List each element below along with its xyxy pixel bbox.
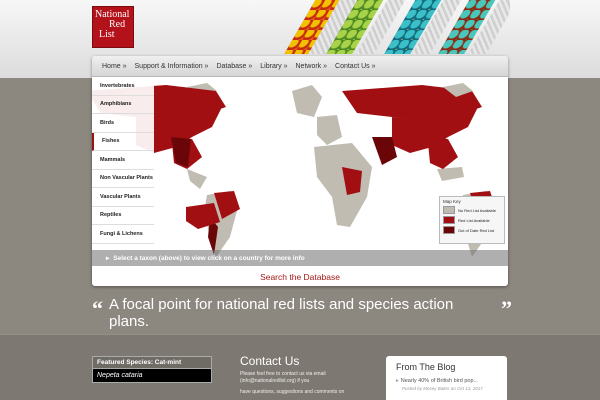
nav-database[interactable]: Database » [212, 63, 256, 70]
contact-title: Contact Us [240, 354, 300, 368]
map-key-item: Red List Available [443, 216, 501, 224]
blog-post-title[interactable]: Nearly 40% of British bird pop... [401, 378, 478, 384]
blog-post-meta: Posted by Mosey Baker on Oct 13, 2017 [402, 386, 483, 391]
map-key-swatch-gray [443, 206, 455, 214]
contact-section: Contact Us Please feel free to contact u… [240, 354, 365, 400]
tagline-text: A focal point for national red lists and… [109, 296, 454, 330]
main-nav: Home » Support & Information » Database … [92, 56, 508, 77]
nav-support-information[interactable]: Support & Information » [131, 63, 213, 70]
taxon-fungi-lichens[interactable]: Fungi & Lichens [92, 225, 154, 244]
blog-title: From The Blog [396, 362, 456, 372]
chevron-right-icon: ▸ [396, 378, 399, 384]
taxon-invertebrates[interactable]: Invertebrates [92, 77, 154, 96]
map-instruction-text: Select a taxon (above) to view click on … [113, 254, 305, 262]
contact-text-2: have questions, suggestions and comments… [240, 389, 345, 395]
taxon-birds[interactable]: Birds [92, 114, 154, 133]
taxon-mammals[interactable]: Mammals [92, 151, 154, 170]
taxon-non-vascular-plants[interactable]: Non Vascular Plants [92, 169, 154, 188]
featured-species-name[interactable]: Nepeta cataria [92, 369, 212, 383]
taxon-amphibians[interactable]: Amphibians [92, 95, 154, 114]
blog-widget: From The Blog ▸ Nearly 40% of British bir… [386, 356, 507, 400]
blog-post-link[interactable]: ▸ Nearly 40% of British bird pop... [396, 378, 497, 384]
tagline: “ A focal point for national red lists a… [92, 296, 512, 330]
map-key-label: Red List Available [458, 217, 490, 223]
map-key-swatch-red [443, 216, 455, 224]
nav-home[interactable]: Home » [98, 63, 131, 70]
map-key-item: No Red List Available [443, 206, 501, 214]
site-logo[interactable]: National Red List [92, 6, 134, 48]
arrow-icon: ▸ [106, 255, 110, 262]
nav-network[interactable]: Network » [292, 63, 332, 70]
map-key: Map Key No Red List Available Red List A… [439, 196, 505, 244]
taxon-sidebar: Invertebrates Amphibians Birds Fishes Ma… [92, 77, 154, 249]
map-key-item: Out of Date Red List [443, 226, 501, 234]
taxon-vascular-plants[interactable]: Vascular Plants [92, 188, 154, 207]
nav-contact-us[interactable]: Contact Us » [331, 63, 379, 70]
map-instruction: ▸ Select a taxon (above) to view click o… [92, 250, 508, 266]
featured-species-heading: Featured Species: Cat-mint [92, 356, 212, 369]
nav-library[interactable]: Library » [256, 63, 291, 70]
open-quote-icon: “ [92, 296, 103, 321]
taxon-fishes[interactable]: Fishes [92, 132, 154, 151]
close-quote-icon: ” [501, 296, 512, 321]
contact-text: Please feel free to contact us via email… [240, 371, 326, 384]
featured-species[interactable]: Featured Species: Cat-mint Nepeta catari… [92, 356, 212, 383]
main-map-panel: Home » Support & Information » Database … [92, 56, 508, 286]
taxon-reptiles[interactable]: Reptiles [92, 206, 154, 225]
search-database-link[interactable]: Search the Database [92, 268, 508, 286]
map-key-swatch-dark-red [443, 226, 455, 234]
map-key-label: Out of Date Red List [458, 227, 495, 233]
map-key-title: Map Key [443, 199, 461, 204]
logo-text-list: List [99, 29, 115, 40]
map-key-label: No Red List Available [458, 207, 496, 213]
header-banner-image [270, 0, 510, 54]
